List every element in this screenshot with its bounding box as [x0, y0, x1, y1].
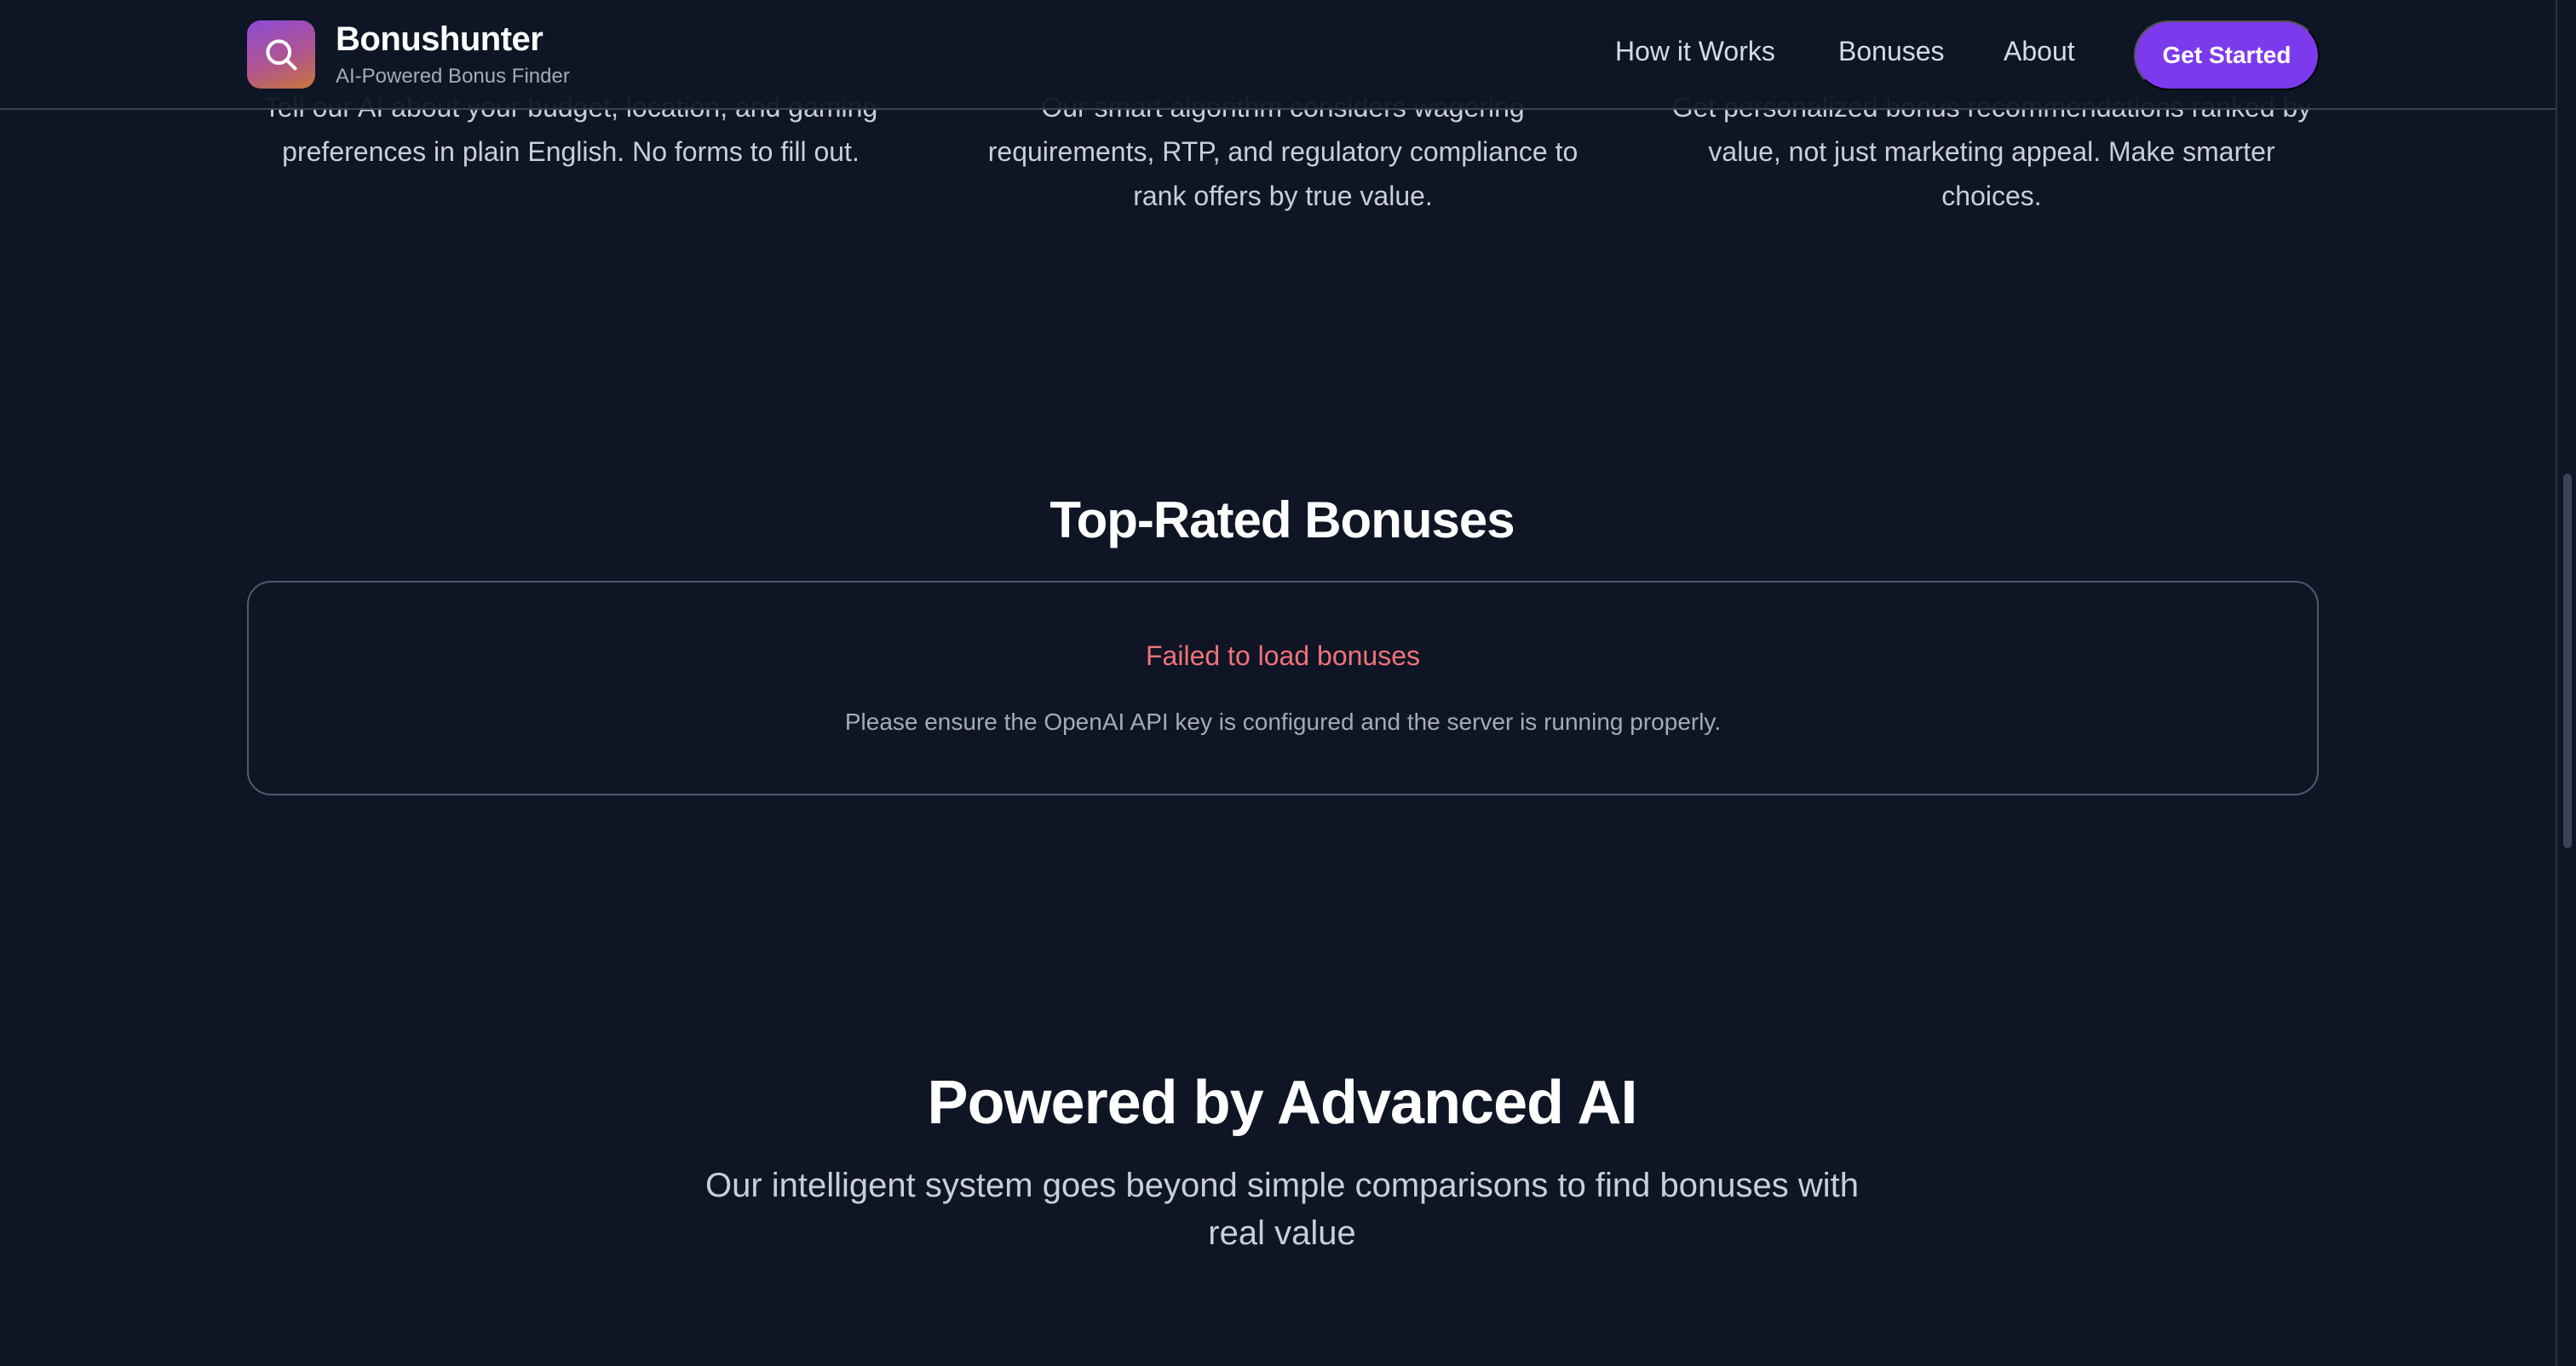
powered-title: Powered by Advanced AI	[927, 1069, 1638, 1137]
bonuses-error-card: Failed to load bonuses Please ensure the…	[247, 581, 2319, 795]
site-header: Bonushunter AI-Powered Bonus Finder How …	[0, 0, 2556, 110]
logo-search-icon[interactable]	[247, 20, 315, 89]
powered-subtitle: Our intelligent system goes beyond simpl…	[704, 1167, 1860, 1252]
scrollbar-thumb[interactable]	[2563, 474, 2572, 848]
page-scrollbar[interactable]	[2556, 0, 2576, 1366]
error-message: Please ensure the OpenAI API key is conf…	[844, 709, 1722, 735]
nav-about[interactable]: About	[2004, 36, 2075, 67]
nav-how-it-works[interactable]: How it Works	[1615, 36, 1775, 67]
page: Tell our AI about your budget, location,…	[0, 0, 2576, 1366]
error-title: Failed to load bonuses	[1146, 640, 1420, 671]
top-rated-title: Top-Rated Bonuses	[1049, 491, 1515, 548]
brand-tagline: AI-Powered Bonus Finder	[336, 65, 570, 88]
brand-name[interactable]: Bonushunter	[336, 20, 543, 59]
nav-bonuses[interactable]: Bonuses	[1838, 36, 1945, 67]
get-started-button[interactable]: Get Started	[2134, 20, 2320, 90]
